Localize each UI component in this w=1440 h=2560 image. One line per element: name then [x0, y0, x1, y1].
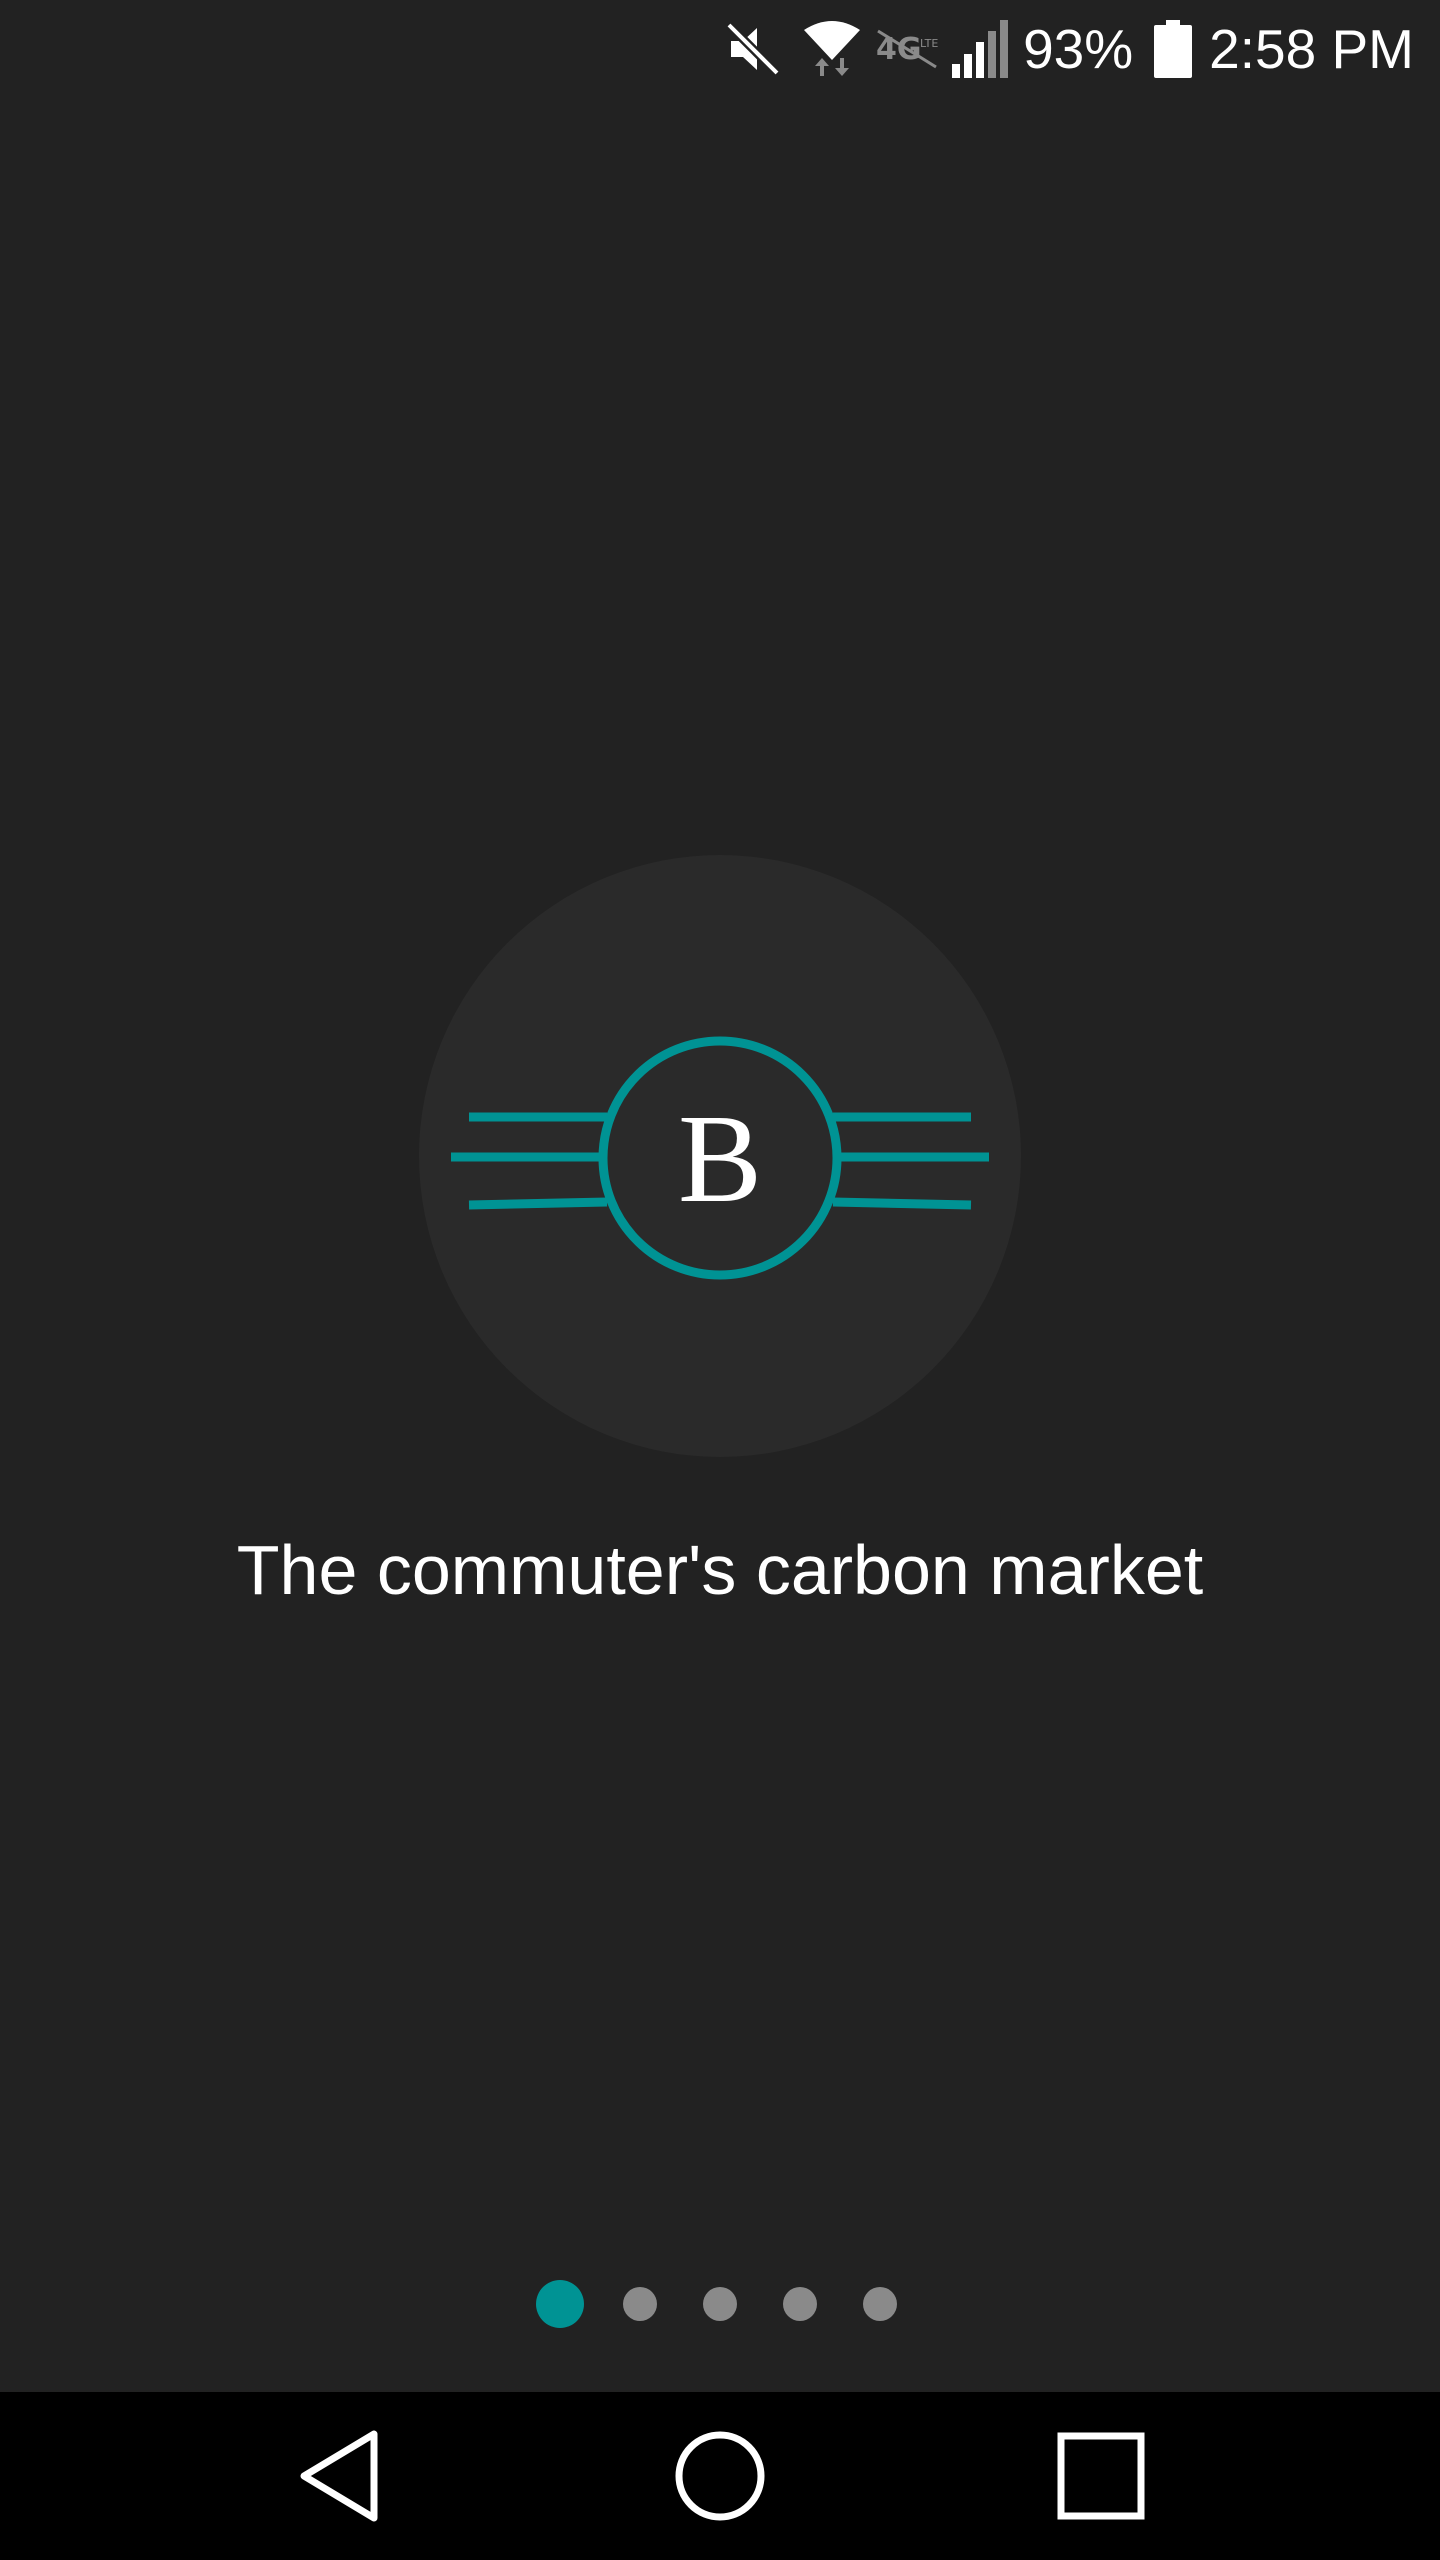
page-dot-1[interactable]	[536, 2280, 584, 2328]
logo-letter: B	[677, 1090, 763, 1229]
onboarding-screen: 4G LTE 93% 2:58 PM B The commuter's carb…	[0, 0, 1440, 2560]
status-bar: 4G LTE 93% 2:58 PM	[0, 0, 1440, 98]
page-dot-2[interactable]	[623, 2287, 657, 2321]
page-dot-5[interactable]	[863, 2287, 897, 2321]
battery-icon	[1149, 0, 1197, 98]
back-button[interactable]	[241, 2392, 441, 2560]
battery-percent: 93%	[1023, 18, 1134, 80]
home-button[interactable]	[620, 2392, 820, 2560]
recents-icon	[1057, 2432, 1145, 2520]
signal-icon	[945, 0, 1015, 98]
page-dot-3[interactable]	[703, 2287, 737, 2321]
recents-button[interactable]	[1001, 2392, 1201, 2560]
page-indicator	[0, 2278, 1440, 2330]
lte-icon: 4G LTE	[873, 0, 945, 98]
navigation-bar	[0, 2392, 1440, 2560]
home-icon	[675, 2431, 765, 2521]
svg-text:4G: 4G	[876, 32, 922, 67]
app-logo: B	[419, 855, 1021, 1457]
back-icon	[300, 2430, 378, 2522]
mute-icon	[715, 0, 791, 98]
wifi-icon	[791, 0, 873, 98]
svg-text:LTE: LTE	[920, 37, 938, 50]
clock: 2:58 PM	[1209, 18, 1414, 80]
page-dot-4[interactable]	[783, 2287, 817, 2321]
tagline: The commuter's carbon market	[236, 1531, 1204, 1609]
